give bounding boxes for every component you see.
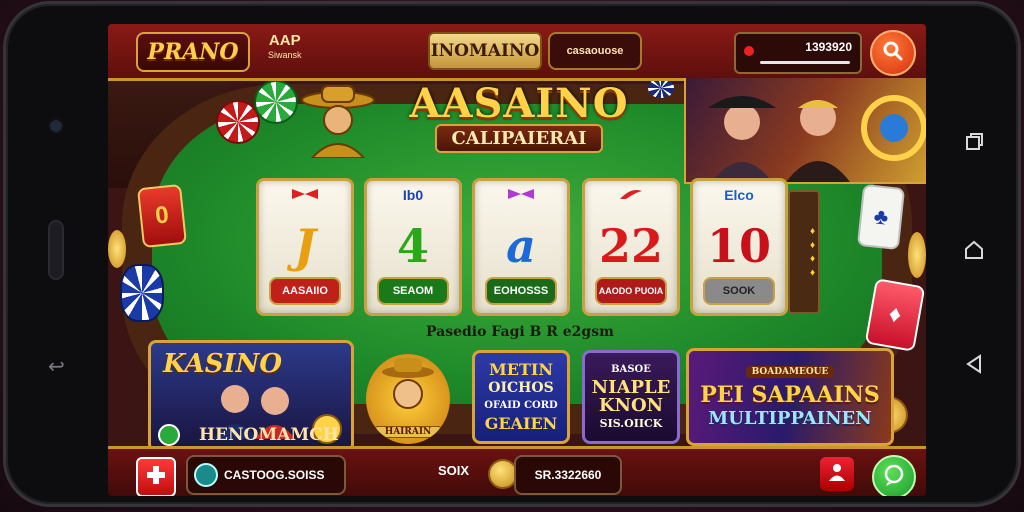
metin-line-3: OFAID CORD bbox=[484, 400, 558, 411]
game-title-main: AASAINO bbox=[409, 80, 629, 127]
reel-symbol: 10 bbox=[706, 219, 771, 273]
multi-banner-tag: BOADAMEOUE bbox=[745, 365, 835, 378]
metin-line-1: METIN bbox=[489, 360, 553, 379]
balance-amount: 1393920 bbox=[805, 40, 852, 54]
chat-icon bbox=[882, 463, 906, 492]
person-icon bbox=[826, 461, 848, 488]
recent-apps-icon[interactable] bbox=[962, 130, 986, 154]
multi-banner-subtitle: MULTIPPAINEN bbox=[708, 407, 872, 429]
metin-line-4: GEAIEN bbox=[484, 414, 558, 433]
gold-coin bbox=[908, 232, 926, 278]
search-button[interactable] bbox=[870, 30, 916, 76]
chat-button[interactable] bbox=[872, 455, 916, 496]
slot-reel[interactable]: J AASAIIO bbox=[256, 178, 354, 316]
account-icon bbox=[194, 463, 218, 487]
reel-button[interactable]: SOOK bbox=[703, 277, 775, 305]
app-label-title: AAP bbox=[268, 32, 301, 49]
naple-line-3: KNON bbox=[598, 395, 664, 416]
profile-button[interactable] bbox=[820, 457, 854, 491]
table-caption: Pasedio Fagi B R e2gsm bbox=[426, 324, 614, 340]
naple-game-tile[interactable]: BASOE NIAPLE KNON SIS.OIICK bbox=[582, 350, 680, 444]
game-title: AASAINO CALIPAIERAI bbox=[404, 82, 634, 164]
search-icon bbox=[882, 40, 904, 67]
reel-symbol: J bbox=[294, 219, 316, 273]
gold-coin bbox=[108, 230, 126, 268]
mascot-game-tile[interactable]: HAIRAIN bbox=[366, 354, 450, 444]
multiplayer-promo-banner[interactable]: BOADAMEOUE PEI SAPAAINS MULTIPPAINEN bbox=[686, 348, 894, 446]
paytable-strip[interactable]: ♦ ♦ ♦ ♦ bbox=[788, 190, 820, 314]
slot-reel[interactable]: Elco 10 SOOK bbox=[690, 178, 788, 316]
game-title-sub: CALIPAIERAI bbox=[435, 124, 603, 153]
promo-code-button[interactable]: casaouose bbox=[548, 32, 642, 70]
coin-label: SOIX bbox=[438, 463, 470, 478]
multi-banner-title: PEI SAPAAINS bbox=[700, 381, 880, 408]
kasino-promo-banner[interactable]: KASINO HENOMAMCH bbox=[148, 340, 354, 452]
coin-balance[interactable]: SR.3322660 bbox=[514, 455, 622, 495]
speaker-slot bbox=[50, 222, 62, 278]
reel-button[interactable]: AAODO PUOIA bbox=[595, 277, 667, 305]
reel-button[interactable]: SEAOM bbox=[377, 277, 449, 305]
reel-top-icon bbox=[259, 187, 351, 204]
poker-chip-green bbox=[254, 80, 298, 124]
app-label-subtitle: Siwansk bbox=[268, 50, 302, 60]
reel-top-icon bbox=[475, 187, 567, 204]
reel-top-label: Ib0 bbox=[402, 187, 424, 203]
mascot-tile-label: HAIRAIN bbox=[374, 426, 442, 438]
cowboy-mascot-icon bbox=[298, 84, 378, 159]
reel-button[interactable]: AASAIIO bbox=[269, 277, 341, 305]
poker-chip-red bbox=[216, 100, 260, 144]
camera-icon bbox=[50, 120, 62, 132]
reel-symbol: 22 bbox=[598, 219, 663, 273]
playing-card-red: ♦ bbox=[864, 278, 926, 352]
slot-reel[interactable]: Ib0 4 SEAOM bbox=[364, 178, 462, 316]
medical-cross-button[interactable] bbox=[136, 457, 176, 496]
slot-reel[interactable]: 22 AAODO PUOIA bbox=[582, 178, 680, 316]
poker-chip-blue bbox=[120, 264, 164, 322]
phone-frame: ↩ 0 ♣ ♦ PRANO AAP Siwansk INOMAINO casao… bbox=[6, 4, 1018, 504]
promo-characters-illustration bbox=[708, 95, 926, 182]
home-icon[interactable] bbox=[962, 238, 986, 262]
poker-chip-navy bbox=[648, 78, 674, 98]
kasino-banner-subtitle: HENOMAMCH bbox=[199, 425, 339, 445]
brand-logo[interactable]: PRANO bbox=[136, 32, 250, 72]
app-label: AAP Siwansk bbox=[268, 32, 302, 62]
metin-line-2: OICHOS bbox=[488, 380, 554, 396]
account-text: CASTOOG.SOISS bbox=[224, 468, 325, 482]
balance-display[interactable]: 1393920 bbox=[734, 32, 862, 74]
playing-card-right: ♣ bbox=[856, 183, 906, 251]
bottom-bar: CASTOOG.SOISS SOIX SR.3322660 bbox=[108, 446, 926, 496]
back-gesture-icon: ↩ bbox=[48, 356, 65, 378]
playing-card-left: 0 bbox=[136, 183, 188, 249]
reel-top-icon bbox=[585, 187, 677, 204]
account-display[interactable]: CASTOOG.SOISS bbox=[186, 455, 346, 495]
lobby-title[interactable]: INOMAINO bbox=[428, 32, 542, 70]
metin-game-tile[interactable]: METIN OICHOS OFAID CORD GEAIEN bbox=[472, 350, 570, 444]
reel-button[interactable]: EOHOSSS bbox=[485, 277, 557, 305]
balance-status-dot bbox=[744, 46, 754, 56]
promo-banner-top[interactable] bbox=[684, 78, 926, 184]
medical-cross-icon bbox=[145, 464, 167, 491]
balance-progress-bar bbox=[760, 61, 850, 64]
reel-symbol: a bbox=[506, 219, 536, 273]
game-screen: 0 ♣ ♦ PRANO AAP Siwansk INOMAINO casaouo… bbox=[108, 24, 926, 496]
slot-reel[interactable]: a EOHOSSS bbox=[472, 178, 570, 316]
naple-line-4: SIS.OIICK bbox=[599, 417, 663, 430]
reel-top-label: Elco bbox=[724, 187, 754, 203]
reel-symbol: 4 bbox=[396, 219, 429, 273]
back-icon[interactable] bbox=[962, 352, 986, 376]
top-bar: PRANO AAP Siwansk INOMAINO casaouose 139… bbox=[108, 24, 926, 81]
